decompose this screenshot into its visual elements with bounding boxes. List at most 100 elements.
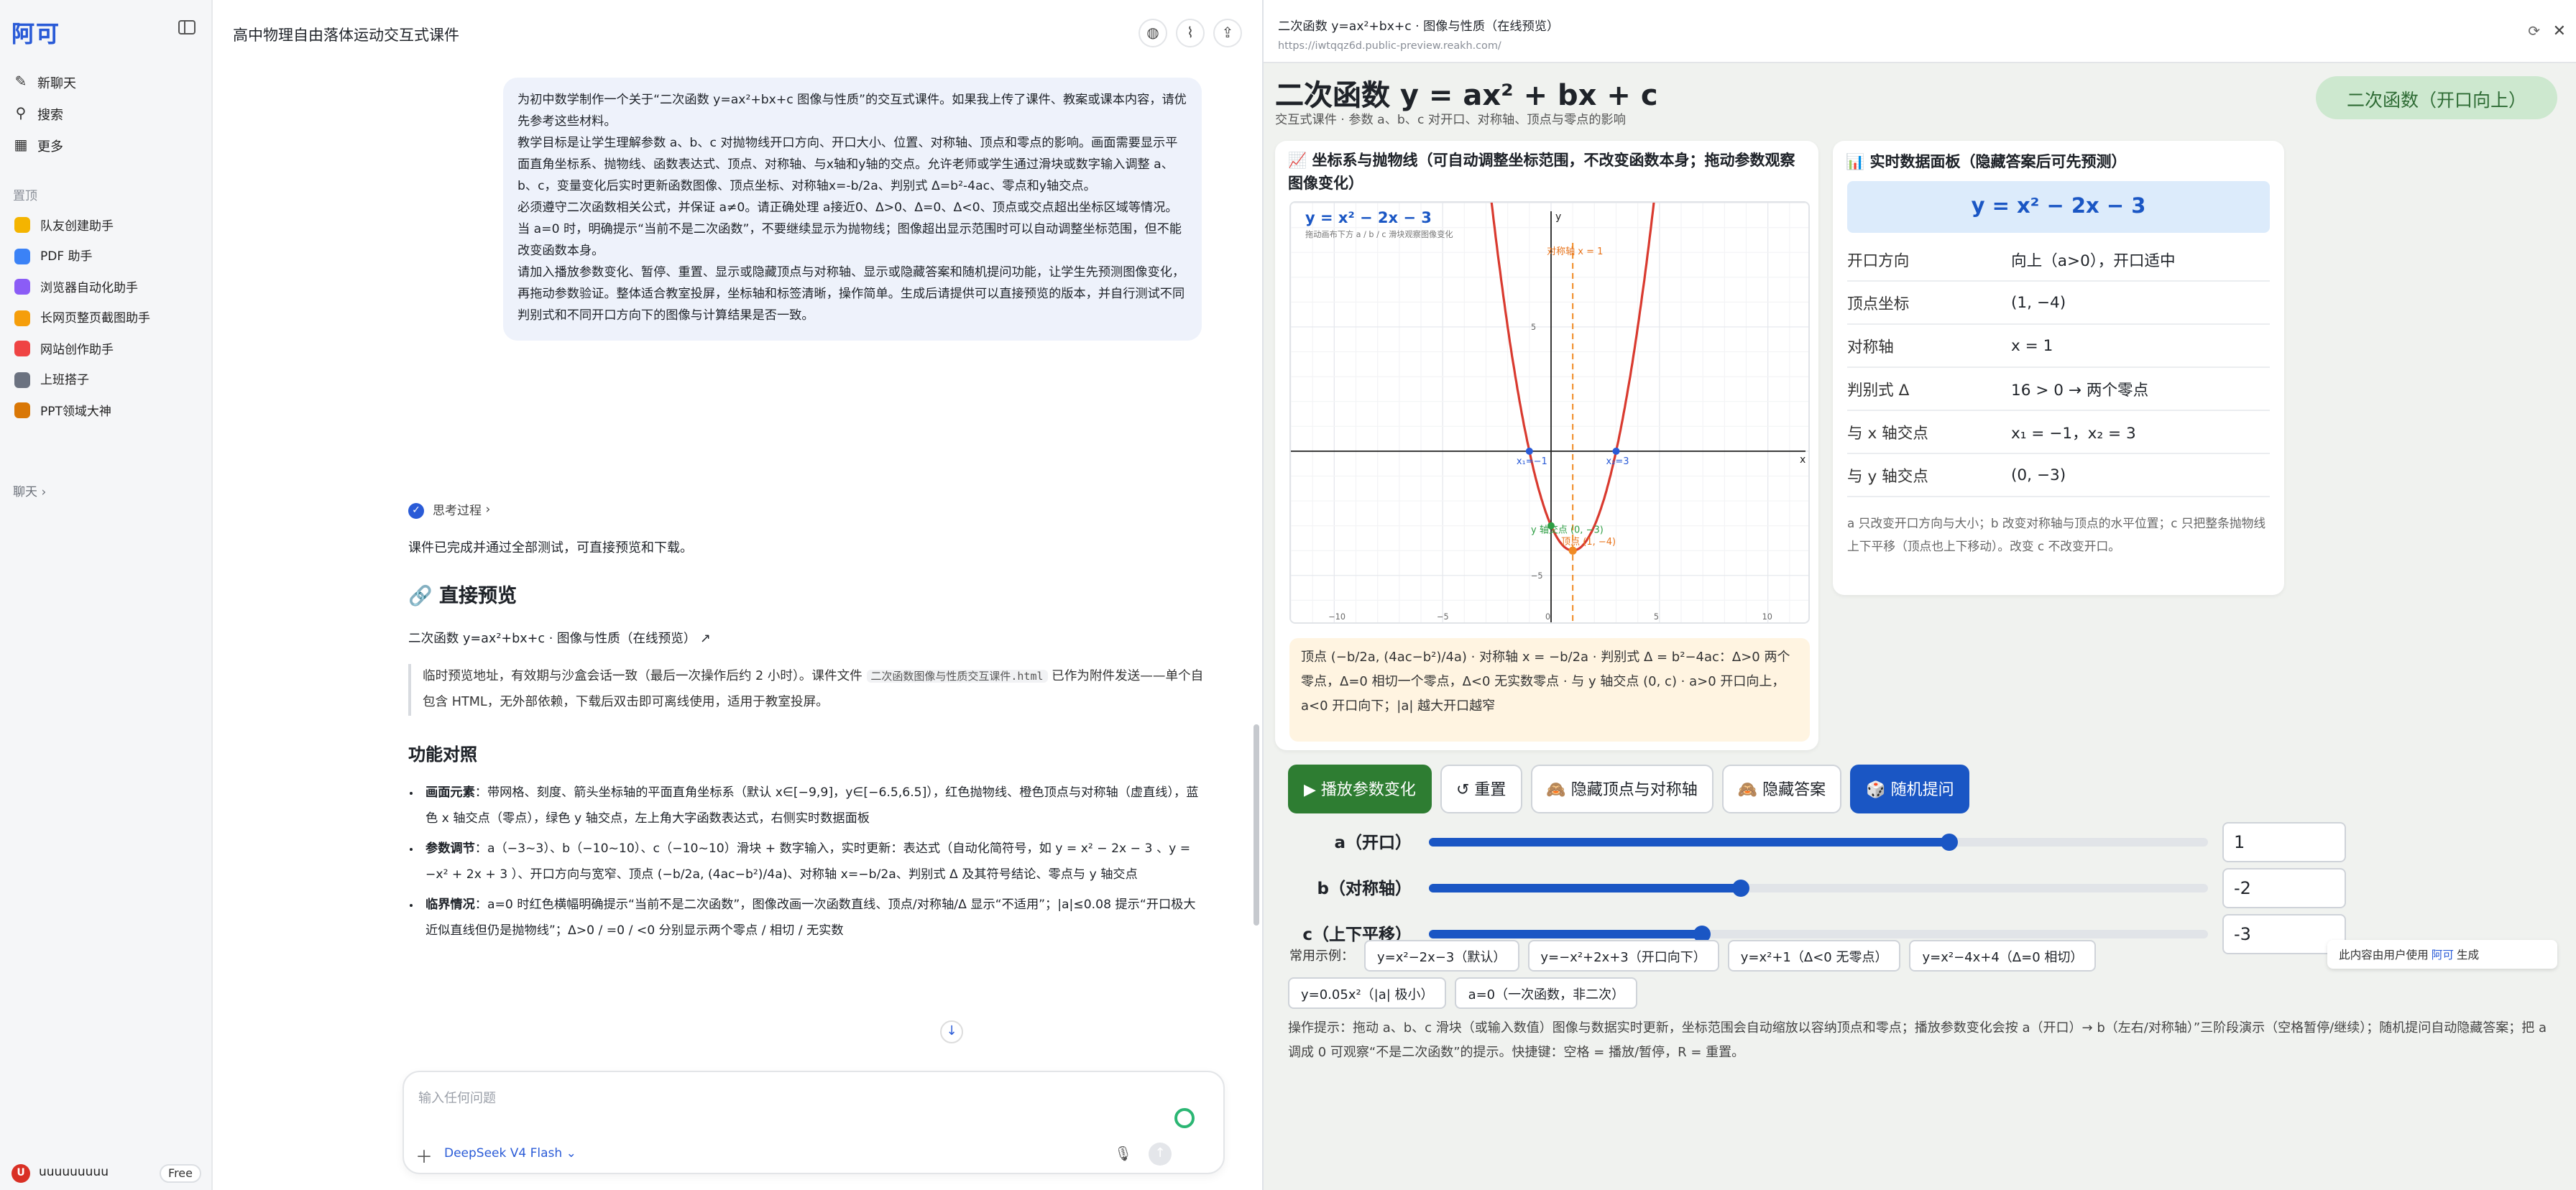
nav-search[interactable]: ⚲ 搜索	[9, 98, 204, 129]
parabola-graph[interactable]: x y −10 −5 0 5 10 5 −5 y = x² − 2x − 3 拖动画布下方 a …	[1291, 203, 1810, 624]
example-button[interactable]: y=0.05x²（|a| 极小）	[1288, 977, 1447, 1009]
formula-summary: 顶点 (−b/2a, (4ac−b²)/4a) · 对称轴 x = −b/2a …	[1289, 638, 1810, 742]
badge-brand: 阿可	[2431, 948, 2454, 961]
scrollbar[interactable]	[1254, 724, 1259, 926]
preview-title: 二次函数 y=ax²+bx+c · 图像与性质（在线预览）	[1278, 20, 1560, 34]
courseware-subtitle: 交互式课件 · 参数 a、b、c 对开口、对称轴、顶点与零点的影响	[1275, 114, 1626, 128]
y-intercept-label: y 轴交点 (0, −3)	[1531, 525, 1604, 536]
pinned-item[interactable]: 网站创作助手	[9, 333, 204, 364]
vertex-label: 顶点 (1, −4)	[1561, 537, 1616, 548]
send-button[interactable]: ↑	[1149, 1143, 1172, 1166]
pinned-item[interactable]: 队友创建助手	[9, 210, 204, 241]
sidebar-nav: ✎ 新聊天 ⚲ 搜索 ▦ 更多	[9, 66, 204, 161]
slider-track[interactable]	[1429, 834, 2208, 851]
panel-expression: y = x² − 2x − 3	[1847, 181, 2270, 233]
slider-track[interactable]	[1429, 926, 2208, 943]
chat-panel: 高中物理自由落体运动交互式课件 ◍ ⌇ ⇪ 为初中数学制作一个关于“二次函数 y…	[213, 0, 1262, 1190]
message-paragraph: 必须遵守二次函数相关公式，并保证 a≠0。请正确处理 a接近0、Δ>0、Δ=0、…	[518, 201, 1182, 259]
user-name: uuuuuuuuu	[39, 1166, 109, 1180]
pinned-section-label: 置顶	[13, 190, 38, 204]
add-icon[interactable]: ＋	[415, 1144, 433, 1168]
model-selector[interactable]: DeepSeek V4 Flash ⌄	[444, 1147, 576, 1161]
root-point-2	[1612, 447, 1620, 455]
user-profile[interactable]: U uuuuuuuuu Free	[12, 1161, 201, 1184]
assistant-avatar-icon	[14, 341, 30, 357]
example-button[interactable]: y=x²−2x−3（默认）	[1364, 940, 1519, 972]
property-row: 对称轴 x = 1	[1847, 325, 2270, 368]
toggle-answer-button[interactable]: 🙈 隐藏答案	[1721, 765, 1842, 813]
message-paragraph: 为初中数学制作一个关于“二次函数 y=ax²+bx+c 图像与性质”的交互式课件…	[518, 93, 1187, 129]
assistant-orb-icon[interactable]	[1174, 1108, 1195, 1128]
chat-input[interactable]: 输入任何问题 ＋ DeepSeek V4 Flash ⌄ 🎙 ↑	[402, 1071, 1225, 1174]
property-row: 与 y 轴交点 (0, −3)	[1847, 454, 2270, 497]
nav-more[interactable]: ▦ 更多	[9, 129, 204, 161]
preview-link[interactable]: 二次函数 y=ax²+bx+c · 图像与性质（在线预览） ↗	[408, 628, 1208, 647]
feature-title: 参数调节	[426, 841, 475, 857]
user-message: 为初中数学制作一个关于“二次函数 y=ax²+bx+c 图像与性质”的交互式课件…	[503, 78, 1202, 341]
example-button[interactable]: y=x²−4x+4（Δ=0 相切）	[1909, 940, 2097, 972]
share-icon[interactable]: ⇪	[1213, 19, 1242, 47]
assistant-avatar-icon	[14, 217, 30, 234]
property-value: x₁ = −1，x₂ = 3	[2011, 423, 2136, 442]
globe-icon[interactable]: ◍	[1138, 19, 1167, 47]
panel-note: a 只改变开口方向与大小；b 改变对称轴与顶点的水平位置；c 只把整条抛物线上下…	[1847, 516, 2266, 553]
chevron-right-icon: ›	[485, 503, 491, 517]
attachment-icon[interactable]: ⌇	[1176, 19, 1205, 47]
pinned-item[interactable]: PPT领域大神	[9, 395, 204, 426]
model-label: DeepSeek V4 Flash	[444, 1147, 563, 1161]
avatar: U	[12, 1163, 30, 1182]
tick-label: 0	[1545, 612, 1550, 622]
random-question-button[interactable]: 🎲 随机提问	[1850, 765, 1970, 813]
examples-row: y=x²−2x−3（默认） y=−x²+2x+3（开口向下） y=x²+1（Δ<…	[1364, 940, 2097, 972]
a-number-input[interactable]: 1	[2222, 822, 2346, 862]
slider-thumb[interactable]	[1940, 834, 1957, 851]
refresh-icon[interactable]: ⟳	[2528, 24, 2540, 40]
property-value: 向上（a>0），开口适中	[2011, 251, 2176, 269]
answer-summary: 课件已完成并通过全部测试，可直接预览和下载。	[408, 542, 694, 556]
close-icon[interactable]: ✕	[2553, 22, 2566, 40]
root-label-1: x₁=−1	[1517, 456, 1547, 467]
example-button[interactable]: y=x²+1（Δ<0 无零点）	[1727, 940, 1901, 972]
panel-title: 📊 实时数据面板（隐藏答案后可先预测）	[1846, 154, 2127, 171]
message-paragraph: 请加入播放参数变化、暂停、重置、显示或隐藏顶点与对称轴、显示或隐藏答案和随机提问…	[518, 266, 1185, 323]
nav-label: 新聊天	[37, 77, 77, 91]
coordinate-plot[interactable]: x y −10 −5 0 5 10 5 −5 y = x² − 2x − 3 拖动画布下方 a …	[1289, 201, 1810, 624]
plan-badge[interactable]: Free	[160, 1163, 201, 1182]
tick-label: 5	[1531, 323, 1536, 332]
badge-text: 生成	[2456, 948, 2480, 961]
property-value: x = 1	[2011, 336, 2053, 355]
example-button[interactable]: y=−x²+2x+3（开口向下）	[1527, 940, 1719, 972]
sidebar: 阿可 ✎ 新聊天 ⚲ 搜索 ▦ 更多 置顶 队友创建助手 PDF 助手 浏览器自动化助…	[0, 0, 213, 1190]
preview-heading: 🔗 直接预览	[408, 585, 518, 608]
chat-actions: ◍ ⌇ ⇪	[1138, 19, 1242, 47]
example-button[interactable]: a=0（一次函数，非二次）	[1455, 977, 1638, 1009]
app-logo[interactable]: 阿可	[12, 14, 60, 49]
ai-generated-badge: 此内容由用户使用 阿可 生成	[2327, 940, 2557, 969]
pinned-label: 浏览器自动化助手	[40, 281, 139, 296]
scroll-down-icon[interactable]: ↓	[940, 1020, 963, 1043]
chevron-down-icon: ⌄	[566, 1147, 576, 1161]
nav-new-chat[interactable]: ✎ 新聊天	[9, 66, 204, 98]
reset-button[interactable]: ↺ 重置	[1440, 765, 1522, 813]
slider-track[interactable]	[1429, 880, 2208, 897]
property-value: (0, −3)	[2011, 466, 2066, 484]
chats-section-toggle[interactable]: 聊天 ›	[13, 483, 46, 500]
pinned-item[interactable]: 长网页整页截图助手	[9, 303, 204, 333]
preview-note: 临时预览地址，有效期与沙盒会话一致（最后一次操作后约 2 小时）。课件文件 二次…	[408, 664, 1208, 716]
courseware-title: 二次函数 y = ax² + bx + c	[1275, 78, 1658, 112]
root-label-2: x₂=3	[1606, 456, 1629, 467]
b-number-input[interactable]: -2	[2222, 868, 2346, 908]
pinned-item[interactable]: 上班搭子	[9, 364, 204, 395]
feature-text: ：带网格、刻度、箭头坐标轴的平面直角坐标系（默认 x∈[−9,9]，y∈[−6.…	[426, 786, 1199, 827]
thinking-toggle[interactable]: ✓ 思考过程 ›	[408, 500, 1208, 520]
play-button[interactable]: ▶ 播放参数变化	[1288, 765, 1432, 813]
sidebar-collapse-icon[interactable]	[178, 20, 196, 34]
microphone-icon[interactable]: 🎙	[1114, 1147, 1132, 1163]
pinned-item[interactable]: PDF 助手	[9, 241, 204, 272]
preview-url[interactable]: https://iwtqqz6d.public-preview.reakh.co…	[1278, 39, 1501, 52]
slider-thumb[interactable]	[1731, 880, 1749, 897]
property-key: 与 x 轴交点	[1847, 423, 1928, 442]
toggle-vertex-axis-button[interactable]: 🙈 隐藏顶点与对称轴	[1530, 765, 1714, 813]
pinned-label: 队友创建助手	[40, 219, 114, 234]
pinned-item[interactable]: 浏览器自动化助手	[9, 272, 204, 303]
